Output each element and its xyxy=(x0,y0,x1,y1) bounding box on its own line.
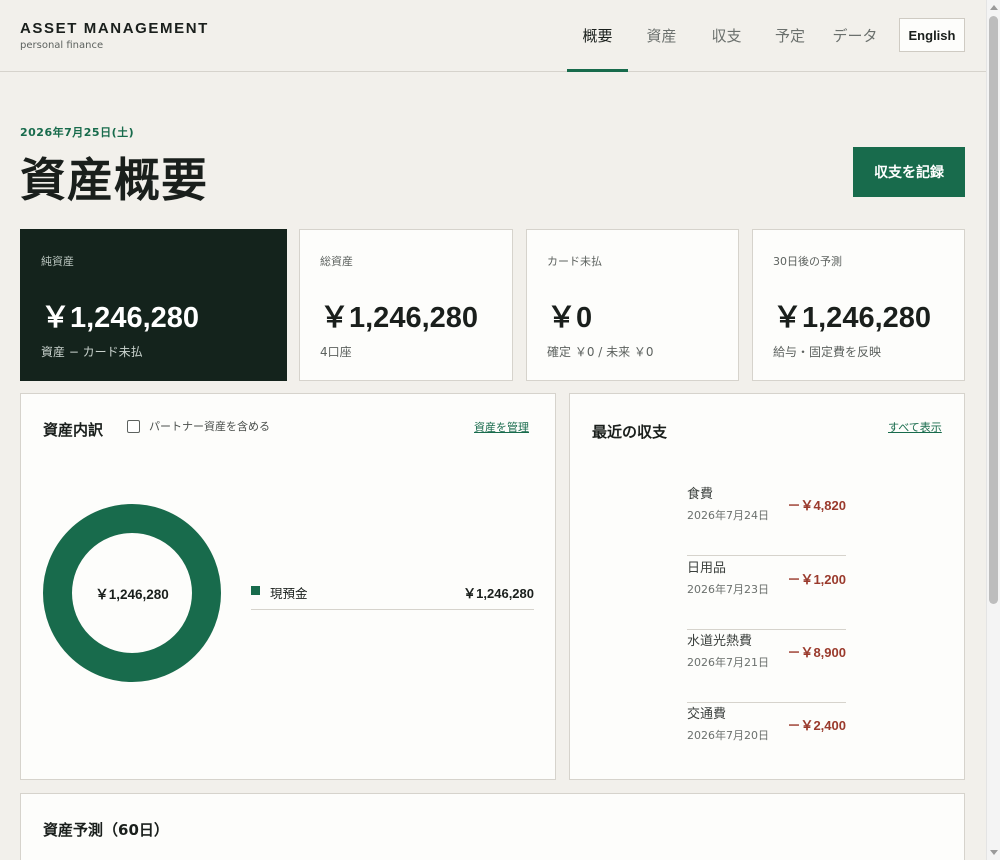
kpi-card-30day-forecast: 30日後の予測 ￥1,246,280 給与・固定費を反映 xyxy=(752,229,965,381)
page-title: 資産概要 xyxy=(20,153,208,207)
current-date: 2026年7月25日(土) xyxy=(20,126,135,139)
transaction-category: 食費 xyxy=(687,487,714,502)
legend-swatch xyxy=(251,586,260,595)
app-header: ASSET MANAGEMENT personal finance 概要 資産 … xyxy=(0,0,986,72)
kpi-sub: 給与・固定費を反映 xyxy=(773,345,882,359)
kpi-label: 30日後の予測 xyxy=(773,255,842,268)
transaction-row[interactable]: 交通費 2026年7月20日 －￥2,400 xyxy=(687,703,846,776)
scroll-down-arrow-icon[interactable] xyxy=(990,850,998,855)
asset-breakdown-panel: 資産内訳 パートナー資産を含める 資産を管理 ￥1,246,280 現預金 ￥1… xyxy=(20,393,556,780)
transaction-row[interactable]: 水道光熱費 2026年7月21日 －￥8,900 xyxy=(687,630,846,703)
transaction-row[interactable]: 日用品 2026年7月23日 －￥1,200 xyxy=(687,557,846,630)
include-partner-label: パートナー資産を含める xyxy=(149,420,270,433)
brand-subtitle: personal finance xyxy=(20,40,104,51)
kpi-sub: 4口座 xyxy=(320,345,352,359)
page-scrollbar[interactable] xyxy=(986,0,1000,860)
legend-item: 現預金 ￥1,246,280 xyxy=(251,580,534,610)
panel-title: 最近の収支 xyxy=(592,423,668,441)
asset-donut-chart: ￥1,246,280 xyxy=(43,504,221,682)
kpi-value: ￥0 xyxy=(547,302,593,334)
language-toggle-button[interactable]: English xyxy=(899,18,965,52)
transaction-date: 2026年7月23日 xyxy=(687,583,769,596)
panel-title: 資産内訳 xyxy=(43,421,104,439)
transaction-amount: －￥2,400 xyxy=(787,718,846,733)
transaction-row[interactable]: 食費 2026年7月24日 －￥4,820 xyxy=(687,483,846,556)
nav-tab-income-expense[interactable]: 収支 xyxy=(695,0,758,71)
donut-center-total: ￥1,246,280 xyxy=(95,587,169,602)
brand[interactable]: ASSET MANAGEMENT personal finance xyxy=(20,20,209,51)
transaction-category: 水道光熱費 xyxy=(687,634,753,649)
kpi-value: ￥1,246,280 xyxy=(41,302,200,334)
transaction-amount: －￥1,200 xyxy=(787,572,846,587)
scroll-up-arrow-icon[interactable] xyxy=(990,5,998,10)
kpi-card-card-unpaid: カード未払 ￥0 確定 ￥0 / 未来 ￥0 xyxy=(526,229,739,381)
recent-transactions-panel: 最近の収支 すべて表示 食費 2026年7月24日 －￥4,820 日用品 20… xyxy=(569,393,965,780)
brand-title: ASSET MANAGEMENT xyxy=(20,20,209,37)
legend-name: 現預金 xyxy=(270,586,308,601)
kpi-label: カード未払 xyxy=(547,255,602,268)
kpi-value: ￥1,246,280 xyxy=(773,302,932,334)
include-partner-toggle[interactable]: パートナー資産を含める xyxy=(127,418,270,434)
asset-forecast-panel: 資産予測（60日） xyxy=(20,793,965,860)
scrollbar-thumb[interactable] xyxy=(989,16,998,604)
transaction-date: 2026年7月24日 xyxy=(687,509,769,522)
kpi-label: 総資産 xyxy=(320,255,353,268)
legend-value: ￥1,246,280 xyxy=(463,586,534,601)
transaction-category: 交通費 xyxy=(687,707,727,722)
kpi-label: 純資産 xyxy=(41,255,74,268)
transaction-date: 2026年7月21日 xyxy=(687,656,769,669)
nav-tab-schedule[interactable]: 予定 xyxy=(758,0,822,71)
main-nav: 概要 資産 収支 予定 データ xyxy=(567,0,888,72)
kpi-sub: 資産 − カード未払 xyxy=(41,345,143,359)
manage-assets-link[interactable]: 資産を管理 xyxy=(474,419,529,435)
kpi-sub: 確定 ￥0 / 未来 ￥0 xyxy=(547,345,654,359)
transaction-date: 2026年7月20日 xyxy=(687,729,769,742)
nav-tab-data[interactable]: データ xyxy=(822,0,888,71)
transaction-category: 日用品 xyxy=(687,561,727,576)
kpi-card-net-worth: 純資産 ￥1,246,280 資産 − カード未払 xyxy=(20,229,287,381)
transaction-amount: －￥4,820 xyxy=(787,498,846,513)
nav-tab-assets[interactable]: 資産 xyxy=(628,0,695,71)
kpi-value: ￥1,246,280 xyxy=(320,302,479,334)
nav-tab-overview[interactable]: 概要 xyxy=(567,0,628,72)
view-all-link[interactable]: すべて表示 xyxy=(888,419,942,435)
kpi-card-total-assets: 総資産 ￥1,246,280 4口座 xyxy=(299,229,513,381)
transaction-amount: －￥8,900 xyxy=(787,645,846,660)
record-transaction-button[interactable]: 収支を記録 xyxy=(853,147,965,197)
panel-title: 資産予測（60日） xyxy=(43,821,169,839)
include-partner-checkbox[interactable] xyxy=(127,419,140,433)
